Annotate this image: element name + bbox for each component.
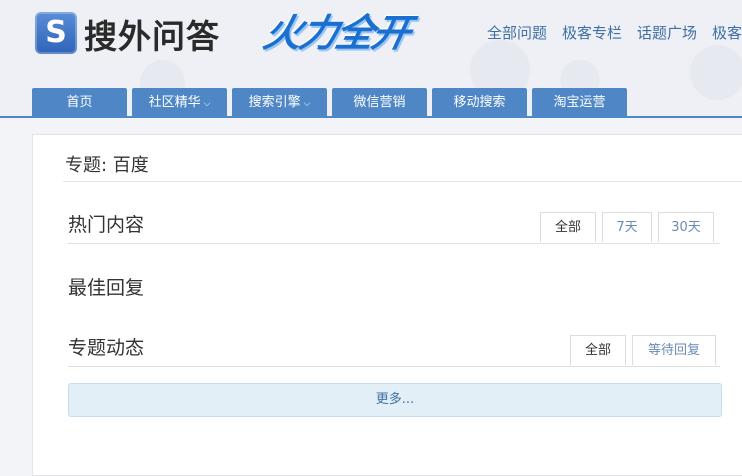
- page-title: 专题: 百度: [65, 155, 149, 176]
- divider: [68, 366, 720, 367]
- load-more-button[interactable]: 更多...: [68, 383, 722, 417]
- nav-tab-label: 社区精华: [148, 95, 201, 110]
- section-title-hot: 热门内容: [68, 214, 145, 236]
- nav-tab-mobile-search[interactable]: 移动搜索: [432, 88, 527, 118]
- filter-activity-all[interactable]: 全部: [570, 335, 626, 365]
- nav-underline: [0, 116, 742, 118]
- nav-tab-community[interactable]: 社区精华 ⌵: [132, 88, 227, 118]
- nav-tab-label: 移动搜索: [453, 95, 506, 110]
- chevron-down-icon: ⌵: [203, 99, 211, 109]
- top-nav: 全部问题 极客专栏 话题广场 极客: [472, 22, 742, 43]
- nav-tab-taobao[interactable]: 淘宝运营: [532, 88, 627, 118]
- nav-tab-wechat[interactable]: 微信营销: [332, 88, 427, 118]
- nav-tab-label: 淘宝运营: [553, 95, 606, 110]
- filter-hot-7days[interactable]: 7天: [602, 212, 652, 242]
- logo-text[interactable]: 搜外问答: [84, 10, 220, 58]
- divider: [68, 243, 720, 244]
- filter-hot-30days[interactable]: 30天: [658, 212, 714, 242]
- topnav-geek[interactable]: 极客: [712, 22, 742, 43]
- section-title-best: 最佳回复: [68, 277, 145, 299]
- promo-banner: 火力全开: [259, 11, 413, 55]
- main-nav: 首页 社区精华 ⌵ 搜索引擎 ⌵ 微信营销 移动搜索 淘宝运营: [32, 88, 632, 118]
- hot-filters: 全部 7天 30天: [534, 212, 714, 242]
- main-content: 专题: 百度 热门内容 全部 7天 30天 最佳回复 专题动态 全部 等待回复 …: [32, 134, 742, 476]
- filter-hot-all[interactable]: 全部: [540, 212, 596, 242]
- logo-icon[interactable]: S: [35, 12, 77, 54]
- divider: [63, 181, 742, 182]
- chevron-down-icon: ⌵: [303, 99, 311, 109]
- nav-tab-label: 微信营销: [353, 95, 406, 110]
- site-header: S 搜外问答 火力全开 全部问题 极客专栏 话题广场 极客 首页 社区精华 ⌵ 搜…: [0, 0, 742, 118]
- activity-filters: 全部 等待回复: [564, 335, 716, 365]
- topnav-geek-column[interactable]: 极客专栏: [562, 22, 622, 43]
- filter-activity-waiting[interactable]: 等待回复: [632, 335, 716, 365]
- logo-letter: S: [45, 15, 67, 50]
- nav-tab-home[interactable]: 首页: [32, 88, 127, 118]
- nav-tab-label: 首页: [66, 95, 93, 110]
- nav-tab-search-engine[interactable]: 搜索引擎 ⌵: [232, 88, 327, 118]
- section-title-activity: 专题动态: [68, 337, 145, 359]
- nav-tab-label: 搜索引擎: [248, 95, 301, 110]
- topnav-topic-square[interactable]: 话题广场: [637, 22, 697, 43]
- topnav-all-questions[interactable]: 全部问题: [487, 22, 547, 43]
